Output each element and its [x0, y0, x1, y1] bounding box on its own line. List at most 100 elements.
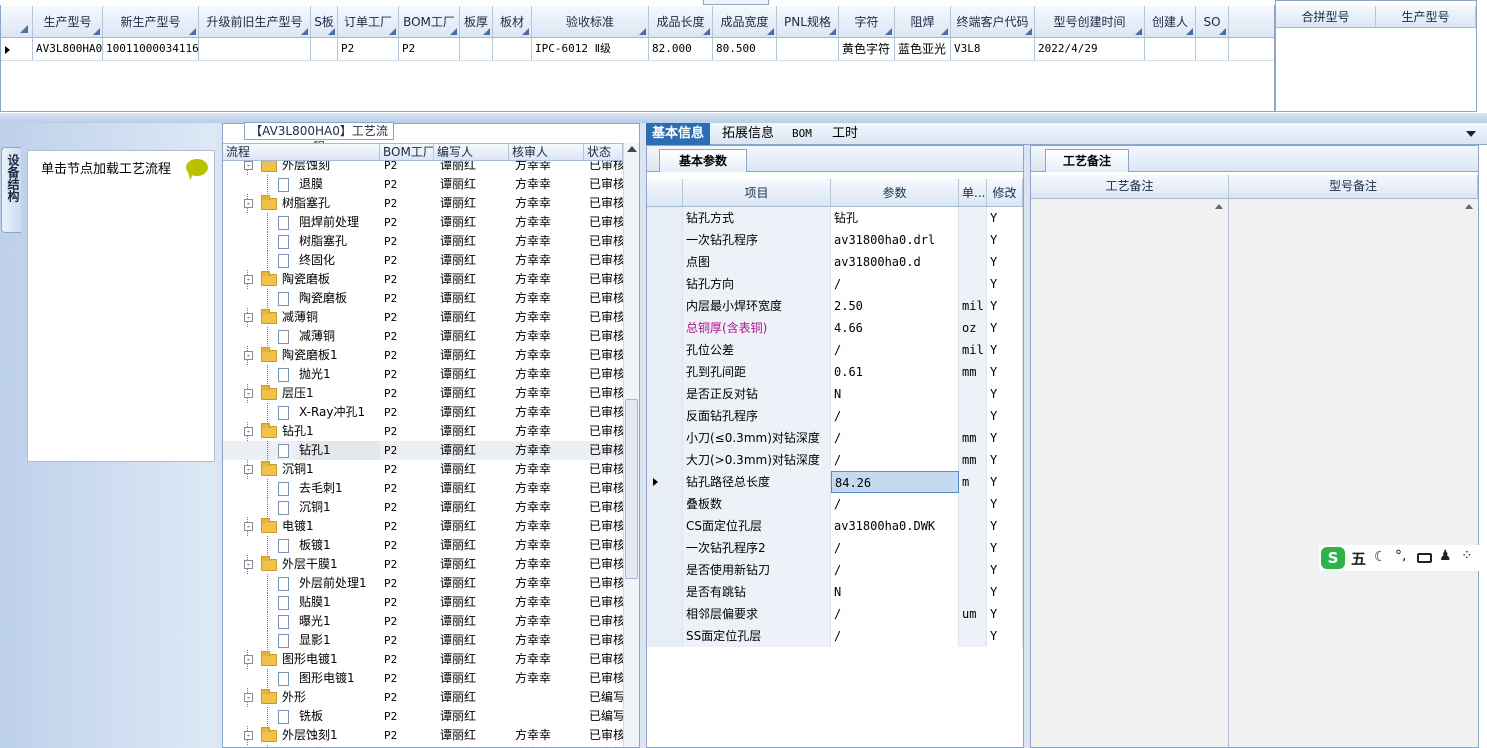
flow-tree-row[interactable]: 抛光1 P2 谭丽红 方幸幸 已审核 [223, 365, 623, 384]
flow-tree-row[interactable]: 树脂塞孔 P2 谭丽红 方幸幸 已审核 [223, 232, 623, 251]
top-col-header[interactable]: S板 [311, 6, 338, 37]
param-row[interactable]: CS面定位孔层 av31800ha0.DWK Y [647, 515, 1023, 537]
param-value[interactable]: / [831, 427, 959, 449]
flow-tree-row[interactable]: 铣板 P2 谭丽红 已编写 [223, 707, 623, 726]
param-row[interactable]: 钻孔方向 / Y [647, 273, 1023, 295]
flow-tree-row[interactable]: - 电镀1 P2 谭丽红 方幸幸 已审核 [223, 517, 623, 536]
param-value[interactable]: / [831, 449, 959, 471]
top-grid-cell[interactable]: 82.000 [649, 38, 713, 60]
param-value[interactable]: / [831, 405, 959, 427]
flow-tree-row[interactable]: 外层前处理1 P2 谭丽红 方幸幸 已审核 [223, 574, 623, 593]
tab-process-notes[interactable]: 工艺备注 [1045, 149, 1129, 172]
flow-tree-row[interactable]: - 外形 P2 谭丽红 已编写 [223, 688, 623, 707]
flow-tree-row[interactable]: 沉铜1 P2 谭丽红 方幸幸 已审核 [223, 498, 623, 517]
top-grid-cell[interactable]: IPC-6012 Ⅱ级 [532, 38, 649, 60]
flow-tree-row[interactable]: X-Ray冲孔1 P2 谭丽红 方幸幸 已审核 [223, 403, 623, 422]
param-row[interactable]: 是否正反对钻 N Y [647, 383, 1023, 405]
top-col-header[interactable]: 成品长度 [649, 6, 713, 37]
top-col-header[interactable]: BOM工厂 [399, 6, 460, 37]
param-value[interactable]: 0.61 [831, 361, 959, 383]
param-value[interactable]: 钻孔 [831, 207, 959, 229]
merge-col-production[interactable]: 生产型号 [1376, 6, 1476, 27]
flow-tree-row[interactable]: 曝光1 P2 谭丽红 方幸幸 已审核 [223, 612, 623, 631]
param-value[interactable]: 2.50 [831, 295, 959, 317]
flow-col-writer[interactable]: 编写人 [434, 144, 509, 160]
top-grid-cell[interactable]: P2 [338, 38, 399, 60]
tabstrip-menu-icon[interactable] [1466, 131, 1476, 137]
top-col-header[interactable]: 阻焊 [895, 6, 951, 37]
top-splitter-tab[interactable] [703, 0, 769, 5]
flow-tree-row[interactable]: 去毛刺1 P2 谭丽红 方幸幸 已审核 [223, 479, 623, 498]
top-grid-cell[interactable] [199, 38, 311, 60]
top-col-header[interactable]: 升级前旧生产型号 [199, 6, 311, 37]
param-value[interactable]: 4.66 [831, 317, 959, 339]
top-grid-cell[interactable]: 2022/4/29 [1035, 38, 1145, 60]
scroll-up-icon[interactable] [627, 146, 637, 152]
flow-tree-row[interactable]: 显影1 P2 谭丽红 方幸幸 已审核 [223, 631, 623, 650]
flow-tree-row[interactable]: - 钻孔1 P2 谭丽红 方幸幸 已审核 [223, 422, 623, 441]
expand-minus-icon[interactable]: - [244, 731, 253, 740]
top-grid-cell[interactable] [493, 38, 532, 60]
params-col-unit[interactable]: 单... [959, 179, 987, 206]
ime-mode-label[interactable]: 五 [1351, 548, 1366, 569]
flow-tree-row[interactable]: - 外层干膜1 P2 谭丽红 方幸幸 已审核 [223, 555, 623, 574]
top-col-header[interactable]: 订单工厂 [338, 6, 399, 37]
top-grid-row[interactable]: AV3L800HA0 10011000034116 P2 P2 IPC-6012 Ⅱ级 8… [1, 38, 1274, 61]
top-col-header[interactable]: 生产型号 [33, 6, 103, 37]
param-value[interactable]: / [831, 559, 959, 581]
top-grid-cell[interactable] [777, 38, 839, 60]
flow-tree-row[interactable]: - 减薄铜 P2 谭丽红 方幸幸 已审核 [223, 308, 623, 327]
expand-minus-icon[interactable]: - [244, 351, 253, 360]
flow-col-reviewer[interactable]: 核审人 [509, 144, 584, 160]
flow-tree-row[interactable]: - 外层蚀刻1 P2 谭丽红 方幸幸 已审核 [223, 726, 623, 745]
top-col-header[interactable]: 创建人 [1145, 6, 1196, 37]
tab-work-hours[interactable]: 工时 [826, 123, 864, 145]
notes-scroll-up-icon[interactable] [1215, 204, 1223, 209]
param-value[interactable]: / [831, 339, 959, 361]
param-row[interactable]: 一次钻孔程序2/ Y [647, 537, 1023, 559]
top-grid-cell[interactable]: 蓝色亚光 [895, 38, 951, 60]
top-col-header[interactable]: 成品宽度 [713, 6, 777, 37]
param-row[interactable]: 相邻层偏要求 / um Y [647, 603, 1023, 625]
param-row[interactable]: 孔到孔间距 0.61 mm Y [647, 361, 1023, 383]
param-row[interactable]: SS面定位孔层 / Y [647, 625, 1023, 647]
top-grid-cell[interactable] [1196, 38, 1229, 60]
flow-tree-row[interactable]: - 陶瓷磨板 P2 谭丽红 方幸幸 已审核 [223, 270, 623, 289]
tab-extended-info[interactable]: 拓展信息 [716, 123, 780, 145]
param-value[interactable]: N [831, 383, 959, 405]
param-value[interactable]: av31800ha0.drl [831, 229, 959, 251]
top-col-header[interactable]: 字符 [839, 6, 895, 37]
flow-col-bom[interactable]: BOM工厂 [380, 144, 434, 160]
keyboard-icon[interactable] [1417, 553, 1432, 563]
param-row[interactable]: 总铜厚(含表铜) 4.66 oz Y [647, 317, 1023, 339]
flow-tree-row[interactable]: 退膜 P2 谭丽红 方幸幸 已审核 [223, 175, 623, 194]
tab-basic-params[interactable]: 基本参数 [659, 149, 747, 172]
param-value[interactable]: av31800ha0.d [831, 251, 959, 273]
flow-col-process[interactable]: 流程 [223, 144, 380, 160]
top-grid-cell[interactable]: 黄色字符 [839, 38, 895, 60]
param-row[interactable]: 点图 av31800ha0.d Y [647, 251, 1023, 273]
merge-col-combined[interactable]: 合拼型号 [1276, 6, 1376, 27]
process-notes-textarea[interactable] [1031, 199, 1229, 747]
punctuation-icon[interactable]: °, [1395, 548, 1406, 564]
params-col-value[interactable]: 参数 [831, 179, 959, 206]
top-grid-cell[interactable]: P2 [399, 38, 460, 60]
expand-minus-icon[interactable]: - [244, 275, 253, 284]
flow-tree-row[interactable]: - 外层蚀刻 P2 谭丽红 方幸幸 已审核 [223, 161, 623, 175]
flow-col-status[interactable]: 状态 [584, 144, 623, 160]
model-notes-textarea[interactable] [1229, 199, 1478, 747]
param-row[interactable]: 孔位公差 / mil Y [647, 339, 1023, 361]
top-grid-cell[interactable]: AV3L800HA0 [33, 38, 103, 60]
param-row[interactable]: 是否有跳钻 N Y [647, 581, 1023, 603]
tab-bom[interactable]: BOM [786, 123, 818, 145]
param-value[interactable]: / [831, 603, 959, 625]
param-value[interactable]: av31800ha0.DWK [831, 515, 959, 537]
flow-tree-row[interactable]: 终固化 P2 谭丽红 方幸幸 已审核 [223, 251, 623, 270]
param-row[interactable]: 内层最小焊环宽度 2.50 mil Y [647, 295, 1023, 317]
flow-tree-row[interactable]: - 陶瓷磨板1 P2 谭丽红 方幸幸 已审核 [223, 346, 623, 365]
expand-minus-icon[interactable]: - [244, 161, 253, 170]
expand-minus-icon[interactable]: - [244, 465, 253, 474]
param-row[interactable]: 一次钻孔程序 av31800ha0.drl Y [647, 229, 1023, 251]
top-col-header[interactable]: 新生产型号 [103, 6, 199, 37]
top-col-header[interactable]: SO [1196, 6, 1229, 37]
